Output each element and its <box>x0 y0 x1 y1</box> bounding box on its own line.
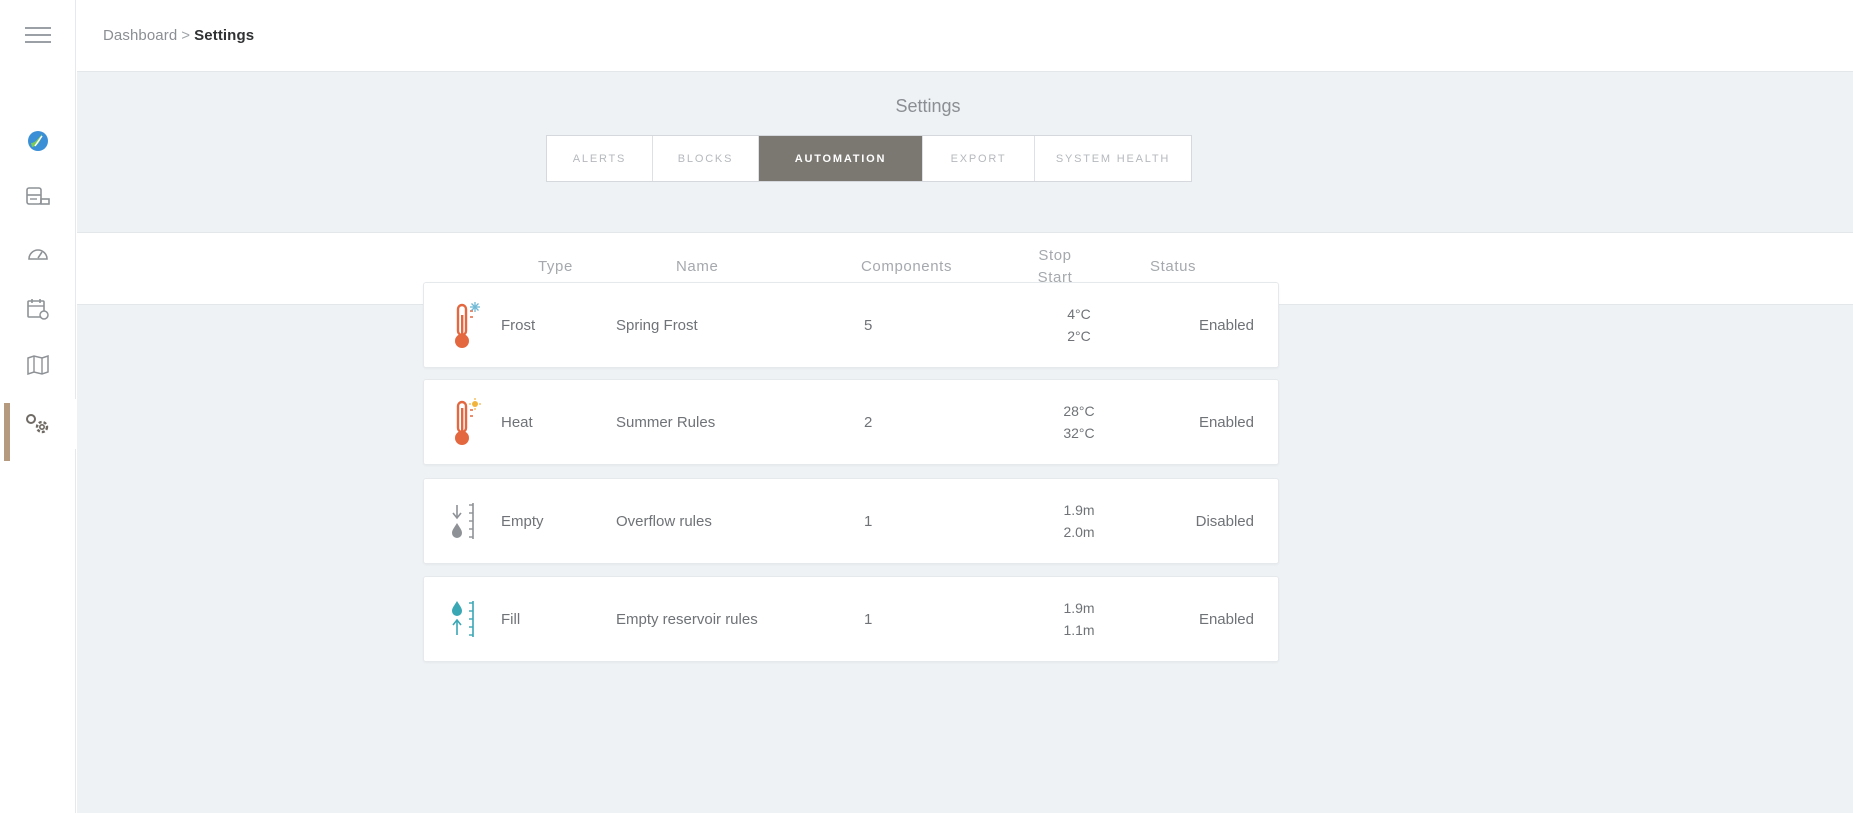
tab-blocks[interactable]: BLOCKS <box>653 136 759 181</box>
rule-status: Enabled <box>1198 317 1254 334</box>
tab-automation[interactable]: AUTOMATION <box>759 136 923 181</box>
settings-tabs: ALERTS BLOCKS AUTOMATION EXPORT SYSTEM H… <box>546 135 1192 182</box>
rule-components: 5 <box>864 317 873 334</box>
rule-name: Overflow rules <box>616 513 712 530</box>
rule-type: Frost <box>501 317 536 334</box>
column-header-components[interactable]: Components <box>861 258 952 275</box>
calendar-settings-icon <box>27 299 49 320</box>
rule-stop-value: 28°C <box>1063 403 1095 419</box>
rule-stop-start: 1.9m 1.1m <box>1054 597 1104 641</box>
column-header-name[interactable]: Name <box>676 258 718 275</box>
fill-level-icon <box>452 601 474 637</box>
rule-status: Enabled <box>1198 611 1254 628</box>
rule-type: Heat <box>501 414 533 431</box>
breadcrumb-dashboard-link[interactable]: Dashboard <box>103 27 177 44</box>
rule-stop-value: 1.9m <box>1063 600 1095 616</box>
rule-start-value: 2°C <box>1067 328 1091 344</box>
menu-button[interactable] <box>0 10 76 60</box>
empty-level-icon <box>452 503 474 539</box>
rule-start-value: 2.0m <box>1063 524 1095 540</box>
main-content: Settings ALERTS BLOCKS AUTOMATION EXPORT… <box>77 72 1853 813</box>
gears-icon <box>26 414 49 434</box>
rule-start-value: 1.1m <box>1063 622 1095 638</box>
rule-name: Empty reservoir rules <box>616 611 758 628</box>
sidebar-item-settings[interactable] <box>0 399 76 461</box>
logo-leaf-icon <box>28 131 48 151</box>
rule-stop-value: 1.9m <box>1063 502 1095 518</box>
rule-start-value: 32°C <box>1063 425 1095 441</box>
rule-row-empty[interactable]: Empty Overflow rules 1 1.9m 2.0m Disable… <box>423 478 1279 564</box>
column-header-stop[interactable]: Stop <box>1030 247 1080 264</box>
rule-row-frost[interactable]: Frost Spring Frost 5 4°C 2°C Enabled <box>423 282 1279 368</box>
rule-type: Empty <box>501 513 544 530</box>
rule-name: Spring Frost <box>616 317 698 334</box>
tab-export[interactable]: EXPORT <box>923 136 1035 181</box>
rule-name: Summer Rules <box>616 414 716 431</box>
tab-alerts[interactable]: ALERTS <box>547 136 653 181</box>
sidebar-item-map[interactable] <box>0 340 76 390</box>
rule-stop-start: 4°C 2°C <box>1054 303 1104 347</box>
sidebar-item-machines[interactable] <box>0 172 76 222</box>
sidebar-item-dashboard[interactable] <box>0 228 76 278</box>
machine-icon <box>26 187 50 205</box>
rule-components: 1 <box>864 611 873 628</box>
rule-status: Disabled <box>1195 513 1254 530</box>
sidebar-item-schedule[interactable] <box>0 284 76 334</box>
heat-thermometer-icon <box>455 398 481 445</box>
breadcrumb-current: Settings <box>194 27 255 44</box>
rule-row-heat[interactable]: Heat Summer Rules 2 28°C 32°C Enabled <box>423 379 1279 465</box>
rule-components: 2 <box>864 414 873 431</box>
rule-type: Fill <box>501 611 521 628</box>
rule-stop-start: 28°C 32°C <box>1054 400 1104 444</box>
frost-thermometer-icon <box>455 302 480 348</box>
column-header-type[interactable]: Type <box>538 258 573 275</box>
menu-icon <box>25 27 51 43</box>
breadcrumb-separator: > <box>181 27 191 44</box>
rule-status: Enabled <box>1198 414 1254 431</box>
sidebar-item-home[interactable] <box>0 116 76 166</box>
rule-row-fill[interactable]: Fill Empty reservoir rules 1 1.9m 1.1m E… <box>423 576 1279 662</box>
breadcrumb: Dashboard > Settings <box>103 27 254 44</box>
sidebar <box>0 0 76 813</box>
map-icon <box>27 355 49 375</box>
column-header-status[interactable]: Status <box>1150 258 1196 275</box>
gauge-icon <box>28 249 48 260</box>
rule-stop-start: 1.9m 2.0m <box>1054 499 1104 543</box>
tab-system-health[interactable]: SYSTEM HEALTH <box>1035 136 1191 181</box>
rule-stop-value: 4°C <box>1067 306 1091 322</box>
page-title: Settings <box>895 96 961 116</box>
rule-components: 1 <box>864 513 873 530</box>
top-bar: Dashboard > Settings <box>77 0 1853 72</box>
